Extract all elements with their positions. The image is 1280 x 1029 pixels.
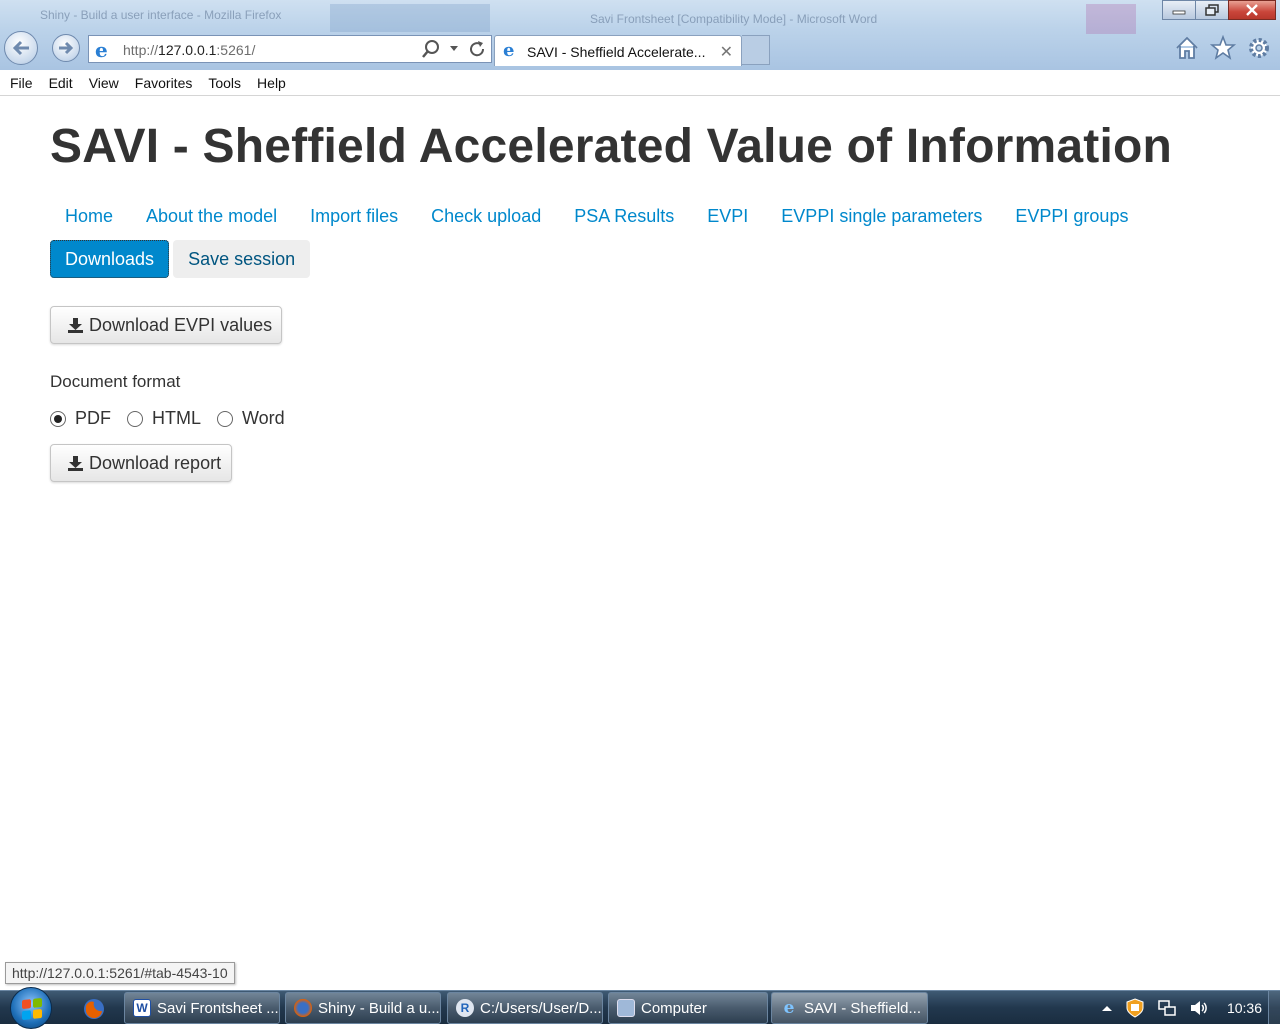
document-format-radio-group: PDF HTML Word [50, 408, 301, 429]
menu-view[interactable]: View [89, 75, 119, 91]
menu-tools[interactable]: Tools [208, 75, 241, 91]
close-icon [1246, 4, 1258, 16]
network-icon[interactable] [1157, 998, 1177, 1018]
forward-arrow-icon [59, 41, 74, 55]
taskbar-item-word[interactable]: W Savi Frontsheet ... [124, 992, 280, 1024]
menu-edit[interactable]: Edit [49, 75, 73, 91]
tab-psa-results[interactable]: PSA Results [559, 197, 689, 235]
menu-bar: File Edit View Favorites Tools Help [0, 70, 1280, 96]
radio-label-word: Word [242, 408, 285, 428]
taskbar-item-computer[interactable]: Computer [608, 992, 768, 1024]
r-icon: R [456, 999, 474, 1017]
firefox-icon [84, 999, 104, 1019]
word-icon: W [133, 999, 151, 1017]
download-icon [67, 317, 84, 333]
radio-label-html: HTML [152, 408, 201, 428]
background-window-ghost [330, 4, 490, 32]
menu-help[interactable]: Help [257, 75, 286, 91]
address-bar[interactable]: e http://127.0.0.1:5261/ [88, 35, 492, 63]
refresh-icon[interactable] [467, 39, 487, 59]
download-report-button[interactable]: Download report [50, 444, 232, 482]
ie-tab-icon: e [503, 40, 515, 61]
search-icon[interactable] [421, 39, 441, 59]
radio-option-word[interactable]: Word [217, 408, 285, 429]
taskbar: W Savi Frontsheet ... Shiny - Build a u.… [0, 987, 1280, 1029]
clock[interactable]: 10:36 [1227, 1000, 1262, 1016]
download-evpi-button[interactable]: Download EVPI values [50, 306, 282, 344]
radio-html[interactable] [127, 410, 143, 427]
radio-label-pdf: PDF [75, 408, 111, 428]
nav-tabs-row: Downloads Save session [50, 240, 311, 278]
forward-button[interactable] [52, 34, 80, 62]
taskbar-item-label: SAVI - Sheffield... [804, 999, 922, 1017]
taskbar-item-ie[interactable]: e SAVI - Sheffield... [771, 992, 928, 1024]
gear-icon[interactable] [1246, 35, 1272, 61]
pinned-firefox[interactable] [74, 995, 114, 1023]
back-button[interactable] [4, 31, 38, 65]
windows-logo-icon [22, 997, 42, 1021]
start-button[interactable] [10, 987, 52, 1029]
tab-home[interactable]: Home [50, 197, 128, 235]
radio-option-html[interactable]: HTML [127, 408, 201, 429]
tab-check-upload[interactable]: Check upload [416, 197, 556, 235]
taskbar-item-r[interactable]: R C:/Users/User/D... [447, 992, 603, 1024]
tab-about-the-model[interactable]: About the model [131, 197, 292, 235]
menu-file[interactable]: File [10, 75, 33, 91]
restore-button[interactable] [1195, 0, 1229, 20]
document-format-label: Document format [50, 372, 181, 391]
download-report-label: Download report [89, 452, 222, 473]
status-bar-url: http://127.0.0.1:5261/#tab-4543-10 [5, 962, 235, 984]
restore-icon [1205, 4, 1219, 16]
tab-save-session[interactable]: Save session [173, 240, 311, 278]
taskbar-item-label: Shiny - Build a u... [318, 999, 440, 1017]
show-hidden-icons-icon[interactable] [1101, 1003, 1113, 1013]
radio-option-pdf[interactable]: PDF [50, 408, 111, 429]
page-content: SAVI - Sheffield Accelerated Value of In… [0, 97, 1280, 990]
address-tools [421, 39, 487, 59]
new-tab-button[interactable] [742, 35, 770, 65]
taskbar-item-firefox[interactable]: Shiny - Build a u... [285, 992, 441, 1024]
address-text: http://127.0.0.1:5261/ [123, 42, 256, 58]
download-evpi-label: Download EVPI values [89, 314, 273, 335]
close-window-button[interactable] [1228, 0, 1276, 20]
tab-evpi[interactable]: EVPI [692, 197, 763, 235]
tab-close-button[interactable]: ✕ [720, 42, 733, 62]
tab-title: SAVI - Sheffield Accelerate... [527, 44, 706, 60]
browser-tab[interactable]: e SAVI - Sheffield Accelerate... ✕ [494, 35, 742, 66]
page-title: SAVI - Sheffield Accelerated Value of In… [50, 120, 1173, 173]
dropdown-arrow-icon[interactable] [449, 45, 459, 53]
show-desktop-button[interactable] [1268, 991, 1280, 1024]
browser-toolbar-icons [1174, 35, 1272, 61]
volume-icon[interactable] [1189, 998, 1209, 1018]
browser-chrome: Shiny - Build a user interface - Mozilla… [0, 0, 1280, 70]
nav-tabs-row: Home About the model Import files Check … [50, 197, 1146, 235]
tab-import-files[interactable]: Import files [295, 197, 413, 235]
minimize-button[interactable] [1162, 0, 1196, 20]
menu-favorites[interactable]: Favorites [135, 75, 193, 91]
background-window-ghost [1086, 4, 1136, 34]
taskbar-item-label: C:/Users/User/D... [480, 999, 602, 1017]
computer-icon [617, 999, 635, 1017]
security-shield-icon[interactable] [1125, 997, 1145, 1018]
favorites-star-icon[interactable] [1210, 35, 1236, 61]
radio-pdf[interactable] [50, 410, 66, 427]
background-word-title: Savi Frontsheet [Compatibility Mode] - M… [590, 12, 878, 26]
home-icon[interactable] [1174, 35, 1200, 61]
tab-downloads[interactable]: Downloads [50, 240, 170, 278]
taskbar-item-label: Savi Frontsheet ... [157, 999, 279, 1017]
system-tray: 10:36 [1101, 991, 1262, 1024]
ie-page-icon: e [95, 38, 108, 62]
taskbar-item-label: Computer [641, 999, 707, 1017]
firefox-icon [294, 999, 312, 1017]
ie-icon: e [783, 998, 795, 1018]
minimize-icon [1172, 10, 1186, 15]
background-window-title: Shiny - Build a user interface - Mozilla… [40, 8, 282, 22]
radio-word[interactable] [217, 410, 233, 427]
tab-evppi-single-parameters[interactable]: EVPPI single parameters [766, 197, 997, 235]
back-arrow-icon [12, 40, 29, 56]
download-icon [67, 455, 84, 471]
window-controls [1162, 0, 1276, 20]
tab-evppi-groups[interactable]: EVPPI groups [1000, 197, 1143, 235]
